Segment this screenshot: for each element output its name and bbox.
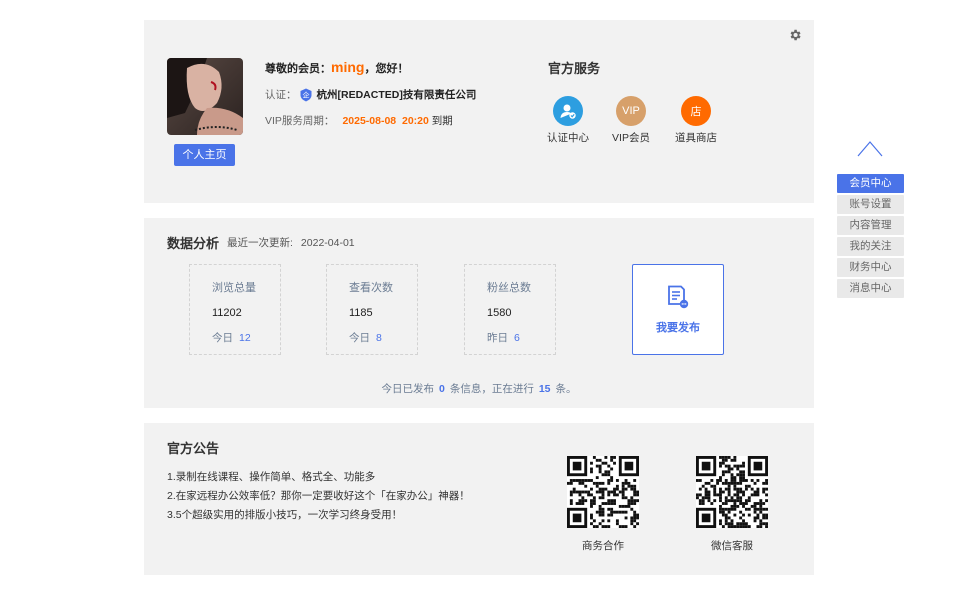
analysis-card: 数据分析 最近一次更新: 2022-04-01 浏览总量 11202 今日 12 查… bbox=[144, 218, 814, 408]
publish-label: 我要发布 bbox=[656, 322, 700, 334]
stat-fans: 粉丝总数 1580 昨日 6 bbox=[464, 264, 556, 355]
enterprise-badge-icon: 企 bbox=[300, 88, 311, 101]
gear-icon[interactable] bbox=[788, 28, 802, 42]
stat-sub-value: 6 bbox=[514, 332, 520, 344]
user-check-icon bbox=[553, 96, 583, 126]
scroll-top-icon[interactable] bbox=[857, 138, 883, 158]
stat-value: 1580 bbox=[487, 307, 512, 319]
today-published-count: 0 bbox=[438, 383, 445, 395]
profile-card: 个人主页 尊敬的会员：ming，您好！ 认证： 企 杭州[REDACTED]技有… bbox=[144, 20, 814, 203]
side-item-account-settings[interactable]: 账号设置 bbox=[837, 195, 904, 214]
greeting-prefix: 尊敬的会员： bbox=[265, 63, 331, 75]
stat-views: 浏览总量 11202 今日 12 bbox=[189, 264, 281, 355]
stat-sub: 昨日 6 bbox=[487, 330, 555, 345]
home-page-button[interactable]: 个人主页 bbox=[174, 144, 235, 166]
service-label: 认证中心 bbox=[547, 132, 589, 144]
stat-sub-value: 8 bbox=[376, 332, 382, 344]
greeting-suffix: ，您好！ bbox=[364, 63, 409, 75]
side-item-content-management[interactable]: 内容管理 bbox=[837, 216, 904, 235]
avatar[interactable] bbox=[167, 58, 243, 135]
stat-sub-label: 昨日 bbox=[487, 332, 508, 344]
stat-sub-label: 今日 bbox=[349, 332, 370, 344]
qr-business: 商务合作 bbox=[567, 456, 639, 553]
cert-label: 认证： bbox=[265, 89, 297, 101]
vip-date: 2025-08-08 bbox=[342, 115, 397, 127]
notice-item[interactable]: 2.在家远程办公效率低？那你一定要收好这个「在家办公」神器！ bbox=[167, 487, 470, 506]
stat-sub: 今日 12 bbox=[212, 330, 280, 345]
qr-code-icon bbox=[567, 456, 639, 528]
company-name: 杭州[REDACTED]技有限责任公司 bbox=[316, 89, 477, 101]
vip-label: VIP服务周期： bbox=[265, 115, 335, 127]
qr-code-icon bbox=[696, 456, 768, 528]
notice-card: 官方公告 1.录制在线课程、操作简单、格式全、功能多 2.在家远程办公效率低？那… bbox=[144, 423, 814, 575]
certification-row: 认证： 企 杭州[REDACTED]技有限责任公司 bbox=[265, 87, 476, 102]
service-shop[interactable]: 店 道具商店 bbox=[666, 96, 726, 145]
today-mid: 条信息，正在进行 bbox=[449, 383, 534, 395]
notice-item[interactable]: 1.录制在线课程、操作简单、格式全、功能多 bbox=[167, 468, 470, 487]
qr-wechat: 微信客服 bbox=[696, 456, 768, 553]
stat-sub-label: 今日 bbox=[212, 332, 233, 344]
notice-title: 官方公告 bbox=[167, 441, 220, 456]
side-item-finance-center[interactable]: 财务中心 bbox=[837, 258, 904, 277]
today-ongoing-count: 15 bbox=[538, 383, 551, 395]
notice-item[interactable]: 3.5个超级实用的排版小技巧，一次学习终身受用！ bbox=[167, 506, 470, 525]
side-item-message-center[interactable]: 消息中心 bbox=[837, 279, 904, 298]
svg-text:企: 企 bbox=[302, 90, 309, 99]
service-cert-center[interactable]: 认证中心 bbox=[538, 96, 598, 145]
today-suffix: 条。 bbox=[555, 383, 577, 395]
last-updated: 最近一次更新: 2022-04-01 bbox=[227, 235, 355, 250]
username: ming bbox=[331, 59, 365, 75]
updated-date: 2022-04-01 bbox=[300, 237, 355, 249]
service-vip[interactable]: VIP VIP会员 bbox=[601, 96, 661, 145]
qr-label: 商务合作 bbox=[582, 540, 624, 552]
notice-list: 1.录制在线课程、操作简单、格式全、功能多 2.在家远程办公效率低？那你一定要收… bbox=[167, 468, 470, 525]
vip-time: 20:20 bbox=[402, 115, 429, 127]
stat-label: 查看次数 bbox=[349, 282, 393, 294]
publish-button[interactable]: 我要发布 bbox=[632, 264, 724, 355]
stat-value: 11202 bbox=[212, 307, 242, 319]
side-item-my-follows[interactable]: 我的关注 bbox=[837, 237, 904, 256]
greeting: 尊敬的会员：ming，您好！ bbox=[265, 59, 408, 76]
service-label: 道具商店 bbox=[675, 132, 717, 144]
stat-checks: 查看次数 1185 今日 8 bbox=[326, 264, 418, 355]
today-prefix: 今日已发布 bbox=[381, 383, 434, 395]
stat-sub-value: 12 bbox=[239, 332, 251, 344]
stat-label: 浏览总量 bbox=[212, 282, 256, 294]
stat-value: 1185 bbox=[349, 307, 373, 319]
qr-label: 微信客服 bbox=[711, 540, 753, 552]
stat-label: 粉丝总数 bbox=[487, 282, 531, 294]
stat-sub: 今日 8 bbox=[349, 330, 417, 345]
analysis-title: 数据分析 bbox=[167, 236, 220, 251]
updated-label: 最近一次更新: bbox=[227, 237, 293, 249]
vip-expire: 到期 bbox=[431, 115, 453, 127]
services-title: 官方服务 bbox=[548, 61, 601, 76]
side-item-member-center[interactable]: 会员中心 bbox=[837, 174, 904, 193]
vip-icon: VIP bbox=[616, 96, 646, 126]
side-menu: 会员中心 账号设置 内容管理 我的关注 财务中心 消息中心 bbox=[837, 174, 904, 300]
vip-period-row: VIP服务周期： 2025-08-08 20:20 到期 bbox=[265, 113, 453, 128]
service-label: VIP会员 bbox=[612, 132, 650, 144]
today-summary: 今日已发布 0 条信息，正在进行 15 条。 bbox=[144, 381, 814, 396]
shop-icon: 店 bbox=[681, 96, 711, 126]
document-edit-icon bbox=[668, 285, 689, 309]
